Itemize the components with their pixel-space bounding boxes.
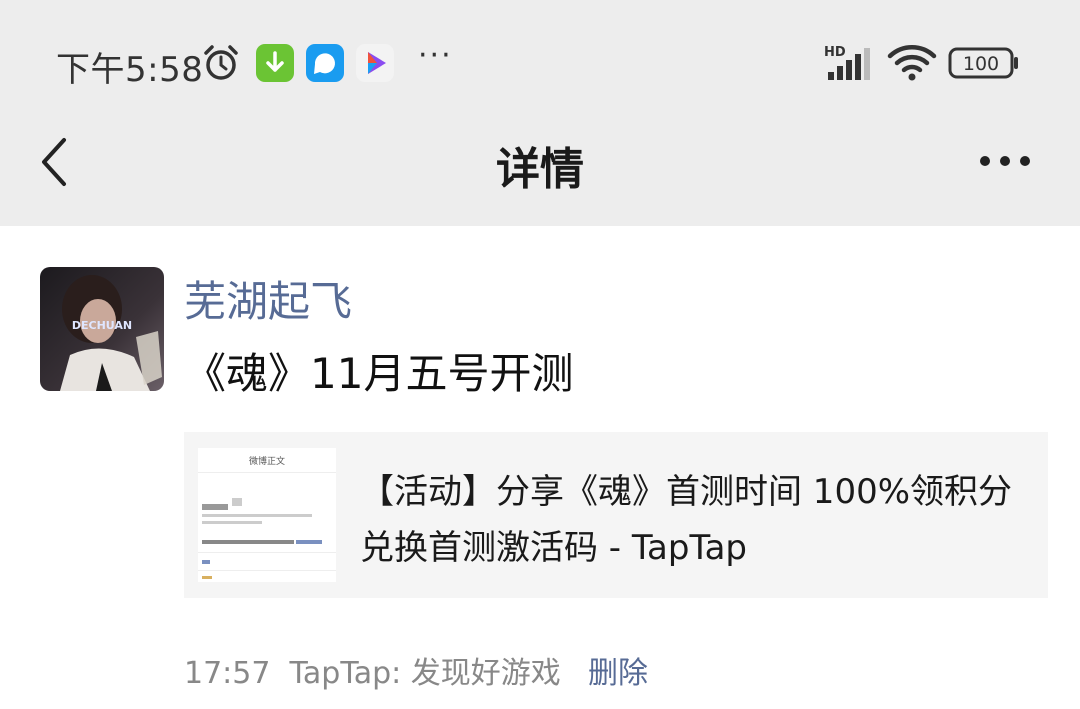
alarm-icon <box>204 45 238 80</box>
link-title: 【活动】分享《魂》首测时间 100%领积分兑换首测激活码 - TapTap <box>360 472 1013 568</box>
network-type-label: HD <box>824 45 846 60</box>
page-title: 详情 <box>496 144 584 195</box>
status-time: 下午5:58 <box>56 50 204 90</box>
avatar[interactable]: DECHUAN <box>40 267 164 391</box>
username-link[interactable]: 芜湖起飞 <box>184 268 352 329</box>
post-meta: 17:57 TapTap: 发现好游戏 <box>184 648 561 692</box>
download-app-icon <box>256 44 294 82</box>
battery-icon: 100 <box>948 47 1018 79</box>
status-bar: 下午5:58 ··· HD 100 <box>0 0 1080 120</box>
post-text: 《魂》11月五号开测 <box>184 349 574 398</box>
delete-button[interactable]: 删除 <box>588 648 648 692</box>
video-play-icon <box>356 44 394 82</box>
wifi-icon <box>887 45 937 81</box>
avatar-watermark: DECHUAN <box>72 319 132 332</box>
chat-app-icon <box>306 44 344 82</box>
thumb-header: 微博正文 <box>249 455 285 467</box>
link-card[interactable]: 微博正文 【活动】分享《魂》首测时间 100%领积分兑换首测激活码 - TapT… <box>184 432 1048 598</box>
post-source[interactable]: TapTap: 发现好游戏 <box>290 656 561 691</box>
status-more-dots: ··· <box>418 38 453 73</box>
battery-level-label: 100 <box>963 53 999 75</box>
link-thumbnail: 微博正文 <box>198 448 336 582</box>
post-time: 17:57 <box>184 656 271 691</box>
more-dots-icon[interactable] <box>978 150 1032 172</box>
signal-icon: HD <box>824 45 870 80</box>
avatar-image: DECHUAN <box>40 267 164 391</box>
